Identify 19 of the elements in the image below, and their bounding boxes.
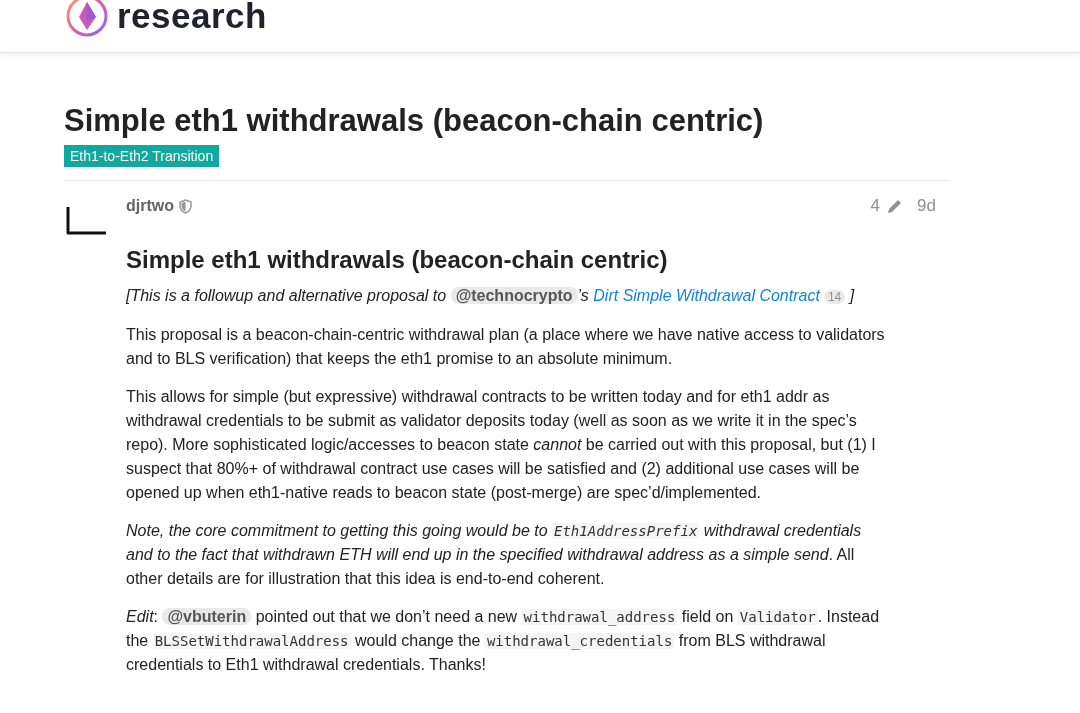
avatar-icon[interactable] (64, 205, 108, 237)
edit-count[interactable]: 4 (870, 196, 881, 216)
pencil-icon[interactable] (886, 197, 904, 215)
post-paragraph: [This is a followup and alternative proposal to @technocrypto ’s Dirt Simple Withdrawal Contract 14 ] (126, 286, 856, 306)
shield-icon (179, 198, 192, 214)
post-paragraph: Edit: @vbuterin pointed out that we don’t need a new withdrawal_address field on Validator. Instead the BLSSetWithdrawalAddress would change the withdrawal_credentials from BLS withdrawal credentials to Eth1 withdrawal credentials. Thanks! (126, 607, 881, 675)
post-paragraph: This allows for simple (but expressive) withdrawal contracts to be written today and for eth1 addr as withdrawal credentials to be submit as validator deposits today (well as soon as we write it in the spec’s repo). More sophisticated logic/accesses to beacon state cannot be carried out with this proposal, but (1) I suspect that 80%+ of withdrawal contract use cases will be satisfied and (2) additional use cases will be opened up when eth1-native reads to beacon state (post-merge) are spec’d/implemented. (126, 387, 877, 503)
post-paragraph: Note, the core commitment to getting this going would be to Eth1AddressPrefix withdrawal credentials and to the fact that withdrawn ETH will end up in the specified withdrawal address as a simple send. All other details are for illustration that this idea is end-to-end coherent. (126, 521, 863, 589)
post-heading: Simple eth1 withdrawals (beacon-chain centric) (126, 245, 669, 275)
post-paragraph: This proposal is a beacon-chain-centric withdrawal plan (a place where we have native access to validators and to BLS verification) that keeps the eth1 promise to an absolute minimum. (126, 325, 886, 369)
mention-link[interactable]: @technocrypto (450, 287, 578, 304)
logo-text[interactable]: research (117, 0, 267, 38)
username[interactable]: djrtwo (126, 197, 174, 215)
mention-link[interactable]: @vbuterin (162, 608, 252, 625)
topic-link[interactable]: Dirt Simple Withdrawal Contract (593, 287, 820, 304)
topic-title: Simple eth1 withdrawals (beacon-chain centric) (64, 102, 765, 140)
post-age[interactable]: 9d (917, 196, 936, 216)
click-count: 14 (823, 290, 846, 304)
logo-icon[interactable] (65, 0, 109, 38)
